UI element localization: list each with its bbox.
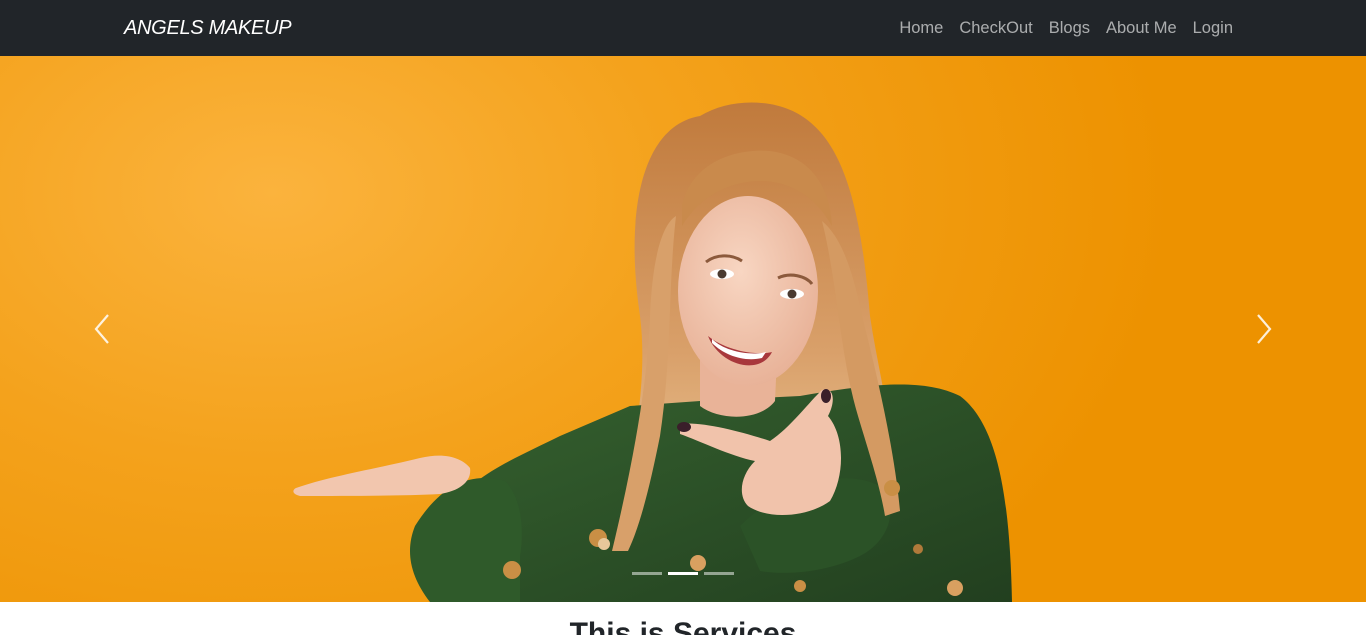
carousel-indicator-1[interactable] bbox=[632, 572, 662, 575]
carousel-indicator-3[interactable] bbox=[704, 572, 734, 575]
carousel-slide-image bbox=[293, 102, 1012, 602]
nav-links: Home CheckOut Blogs About Me Login bbox=[899, 17, 1233, 39]
nav-link-checkout[interactable]: CheckOut bbox=[959, 17, 1032, 39]
carousel-indicators bbox=[632, 572, 734, 575]
carousel-prev-button[interactable] bbox=[52, 56, 152, 602]
chevron-left-icon bbox=[94, 314, 109, 344]
navbar: ANGELS MAKEUP Home CheckOut Blogs About … bbox=[0, 0, 1366, 56]
carousel-indicator-2[interactable] bbox=[668, 572, 698, 575]
carousel-next-button[interactable] bbox=[1214, 56, 1314, 602]
hero-carousel bbox=[0, 56, 1366, 602]
brand-logo-link[interactable]: ANGELS MAKEUP bbox=[124, 16, 292, 40]
nav-link-about-me[interactable]: About Me bbox=[1106, 17, 1177, 39]
nav-link-blogs[interactable]: Blogs bbox=[1049, 17, 1090, 39]
nav-link-home[interactable]: Home bbox=[899, 17, 943, 39]
nav-link-login[interactable]: Login bbox=[1193, 17, 1233, 39]
chevron-right-icon bbox=[1257, 314, 1272, 344]
services-heading: This is Services bbox=[569, 617, 797, 635]
